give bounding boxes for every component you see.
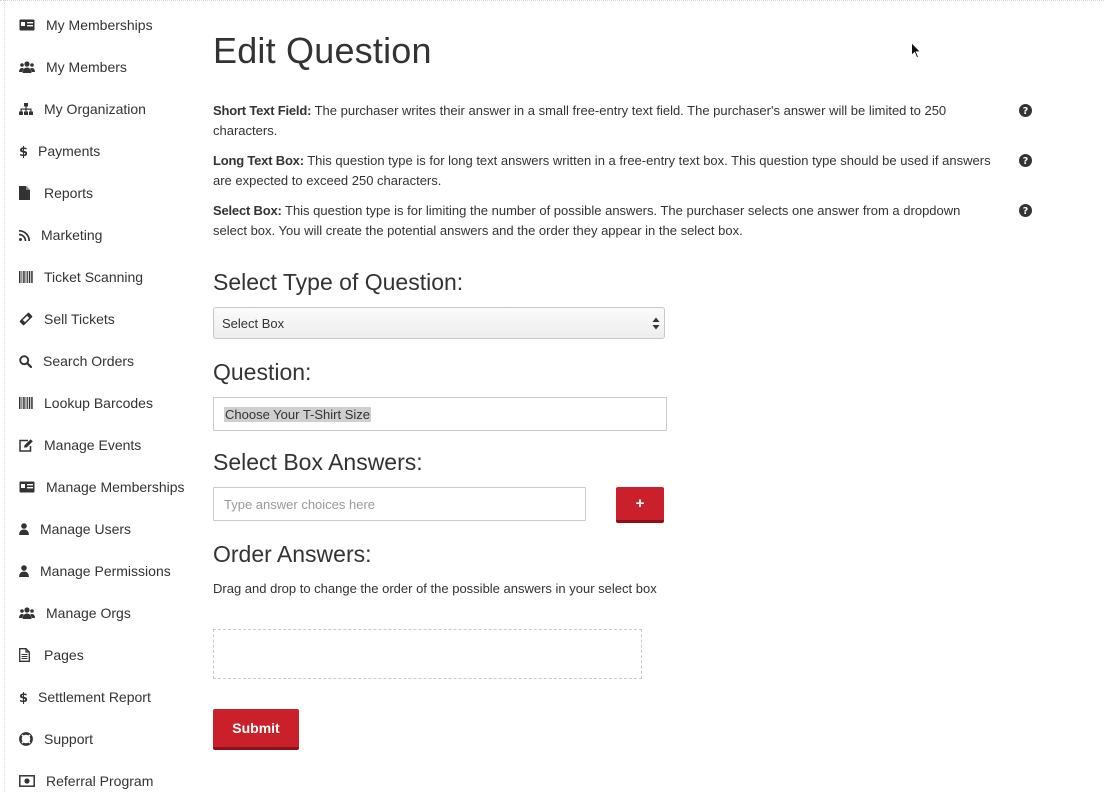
search-icon (19, 354, 32, 368)
sidebar-item-label: Pages (44, 647, 84, 663)
sidebar-item-manage-memberships[interactable]: Manage Memberships (19, 476, 185, 498)
sidebar-item-manage-permissions[interactable]: Manage Permissions (19, 560, 171, 582)
answer-choice-input[interactable]: Type answer choices here (213, 487, 586, 521)
sidebar-item-label: My Memberships (46, 17, 153, 33)
order-answers-hint: Drag and drop to change the order of the… (213, 581, 657, 596)
help-icon[interactable]: ? (1019, 204, 1032, 217)
sidebar-item-label: Ticket Scanning (44, 269, 144, 285)
sidebar-item-label: Lookup Barcodes (44, 395, 153, 411)
sidebar-item-ticket-scanning[interactable]: Ticket Scanning (19, 266, 143, 288)
question-type-description-short-text: Short Text Field: The purchaser writes t… (213, 101, 993, 141)
users-icon (19, 606, 35, 620)
question-input-value: Choose Your T-Shirt Size (224, 406, 372, 422)
sidebar-item-sell-tickets[interactable]: Sell Tickets (19, 308, 115, 330)
sidebar-item-label: Search Orders (43, 353, 135, 369)
rss-icon (19, 228, 30, 242)
sidebar-item-label: Reports (44, 185, 94, 201)
question-type-description-long-text: Long Text Box: This question type is for… (213, 151, 993, 191)
sidebar-item-label: Manage Permissions (40, 563, 171, 579)
dollar-icon: $ (19, 144, 27, 158)
question-type-label: Select Type of Question: (213, 269, 464, 295)
dollar-icon: $ (19, 690, 27, 704)
select-arrows-icon (652, 317, 660, 333)
barcode-icon (19, 396, 33, 410)
file-icon (19, 186, 33, 200)
user-icon (19, 522, 29, 536)
question-type-description-select-box: Select Box: This question type is for li… (213, 201, 993, 241)
question-type-name: Select Box: (213, 203, 282, 218)
sidebar-item-label: Manage Memberships (46, 479, 185, 495)
sidebar-item-label: Referral Program (46, 773, 154, 789)
sidebar-item-label: My Members (46, 59, 127, 75)
sidebar-item-label: Marketing (41, 227, 103, 243)
question-type-text: The purchaser writes their answer in a s… (213, 103, 947, 138)
sidebar-item-my-members[interactable]: My Members (19, 56, 127, 78)
sidebar-item-manage-users[interactable]: Manage Users (19, 518, 131, 540)
sidebar-item-label: Sell Tickets (44, 311, 115, 327)
question-type-text: This question type is for long text answ… (213, 153, 991, 188)
sidebar-item-lookup-barcodes[interactable]: Lookup Barcodes (19, 392, 153, 414)
sidebar-item-marketing[interactable]: Marketing (19, 224, 102, 246)
question-type-selected-value: Select Box (222, 315, 285, 331)
sidebar-item-search-orders[interactable]: Search Orders (19, 350, 134, 372)
sidebar-item-my-memberships[interactable]: My Memberships (19, 14, 153, 36)
question-type-text: This question type is for limiting the n… (213, 203, 961, 238)
svg-text:$: $ (19, 691, 27, 704)
question-input[interactable]: Choose Your T-Shirt Size (213, 397, 667, 431)
sidebar-item-settlement-report[interactable]: $ Settlement Report (19, 686, 151, 708)
sidebar-item-support[interactable]: Support (19, 728, 93, 750)
sidebar-item-pages[interactable]: Pages (19, 644, 84, 666)
question-type-name: Short Text Field: (213, 103, 312, 118)
sidebar-item-manage-events[interactable]: Manage Events (19, 434, 141, 456)
barcode-icon (19, 270, 33, 284)
answer-choice-placeholder: Type answer choices here (224, 496, 376, 512)
sidebar-item-label: My Organization (44, 101, 146, 117)
sidebar-item-label: Support (44, 731, 94, 747)
svg-text:?: ? (1023, 106, 1029, 117)
submit-button[interactable]: Submit (213, 709, 299, 750)
money-icon (19, 774, 35, 788)
help-icon[interactable]: ? (1019, 104, 1032, 117)
sidebar-item-my-organization[interactable]: My Organization (19, 98, 146, 120)
sidebar-border (4, 0, 5, 792)
page-title: Edit Question (213, 30, 432, 71)
sidebar-item-reports[interactable]: Reports (19, 182, 93, 204)
order-answers-label: Order Answers: (213, 541, 372, 567)
edit-icon (19, 438, 33, 452)
sidebar-item-label: Payments (38, 143, 101, 159)
svg-text:?: ? (1023, 206, 1029, 217)
sidebar-item-label: Manage Users (40, 521, 132, 537)
svg-text:$: $ (19, 145, 27, 158)
select-box-answers-label: Select Box Answers: (213, 449, 423, 475)
sidebar-item-label: Manage Events (44, 437, 142, 453)
sitemap-icon (19, 102, 33, 116)
sidebar-item-payments[interactable]: $ Payments (19, 140, 100, 162)
life-ring-icon (19, 732, 33, 746)
sidebar-item-label: Settlement Report (38, 689, 151, 705)
question-label: Question: (213, 359, 312, 385)
help-icon[interactable]: ? (1019, 154, 1032, 167)
sidebar-item-manage-orgs[interactable]: Manage Orgs (19, 602, 131, 624)
answer-order-drop-zone[interactable] (213, 629, 642, 679)
file-text-icon (19, 648, 33, 662)
sidebar-item-label: Manage Orgs (46, 605, 131, 621)
id-card-icon (19, 480, 35, 494)
page: My Memberships My Members My Organizatio… (0, 0, 1104, 792)
id-card-icon (19, 18, 35, 32)
question-type-select[interactable]: Select Box (213, 307, 665, 339)
question-type-name: Long Text Box: (213, 153, 304, 168)
svg-text:?: ? (1023, 156, 1029, 167)
mouse-cursor-icon (911, 41, 922, 64)
sidebar-item-referral-program[interactable]: Referral Program (19, 770, 153, 792)
ticket-icon (19, 312, 33, 326)
users-icon (19, 60, 35, 74)
user-icon (19, 564, 29, 578)
top-border (0, 0, 1104, 1)
add-answer-button[interactable]: + (616, 487, 664, 523)
